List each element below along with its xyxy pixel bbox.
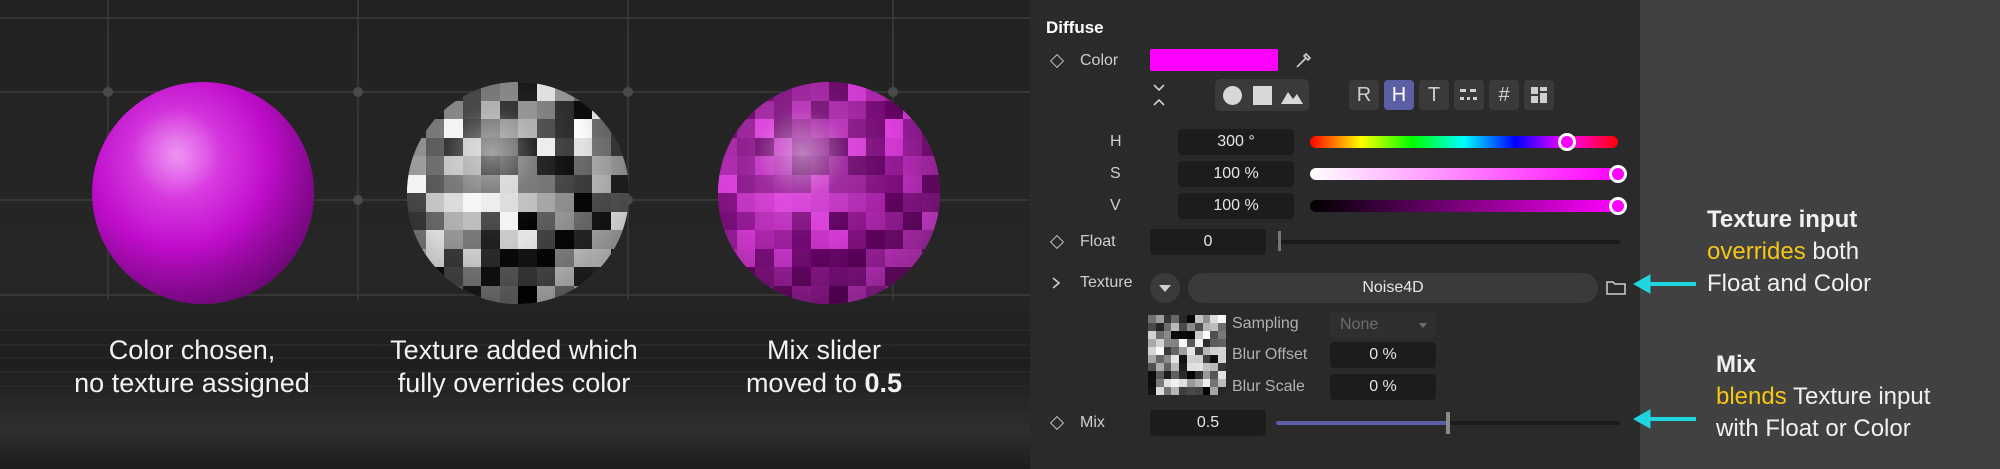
texture-annotation: Texture input overrides both Float and C… (1707, 206, 1872, 297)
color-swatch[interactable] (1150, 49, 1278, 71)
saturation-label: S (1110, 165, 1121, 182)
mix-slider-handle[interactable] (1446, 412, 1450, 434)
blur-offset-label: Blur Offset (1232, 346, 1308, 363)
folder-icon[interactable] (1606, 279, 1626, 295)
caption-texture-added: Texture added which fully overrides colo… (390, 335, 638, 398)
collapse-chevrons-icon[interactable] (1152, 82, 1166, 108)
float-field[interactable]: 0 (1150, 229, 1266, 255)
section-title: Diffuse (1046, 18, 1104, 37)
saturation-field[interactable]: 100 % (1178, 161, 1294, 187)
saturation-slider-knob[interactable] (1609, 165, 1627, 183)
hue-label: H (1110, 133, 1122, 150)
hue-slider-knob[interactable] (1557, 133, 1576, 151)
texture-label: Texture (1080, 274, 1133, 291)
palette-grid-icon (1531, 87, 1547, 103)
circle-shape-icon[interactable] (1223, 86, 1242, 105)
blur-scale-field[interactable]: 0 % (1330, 374, 1436, 400)
keyframe-diamond-icon[interactable] (1049, 415, 1065, 431)
sphere-color-only (92, 82, 314, 304)
mix-field[interactable]: 0.5 (1150, 410, 1266, 436)
sphere-mix-blend (718, 82, 940, 304)
annotation-arrows (1632, 274, 1696, 429)
blur-offset-field[interactable]: 0 % (1330, 342, 1436, 368)
texture-name-field[interactable]: Noise4D (1188, 273, 1598, 303)
value-slider-knob[interactable] (1609, 197, 1627, 215)
mode-palette-button[interactable] (1524, 80, 1554, 110)
float-slider-handle[interactable] (1278, 231, 1281, 251)
mode-temperature-button[interactable]: T (1419, 80, 1449, 110)
sphere-texture-override (407, 82, 629, 304)
color-label: Color (1080, 52, 1119, 69)
caption-mix-slider: Mix slider moved to 0.5 (745, 335, 903, 398)
float-label: Float (1080, 233, 1116, 250)
mode-mixer-button[interactable] (1454, 80, 1484, 110)
saturation-slider[interactable] (1310, 168, 1618, 180)
mix-slider-fill (1276, 421, 1448, 425)
hue-field[interactable]: 300 ° (1178, 129, 1294, 155)
mix-label: Mix (1080, 414, 1105, 431)
mode-rgb-button[interactable]: R (1349, 80, 1379, 110)
swatch-shape-group (1215, 79, 1309, 111)
expand-chevron-icon[interactable] (1050, 276, 1062, 290)
sampling-select[interactable]: None (1330, 312, 1436, 338)
texture-preview-thumbnail (1148, 315, 1226, 395)
keyframe-diamond-icon[interactable] (1049, 53, 1065, 69)
square-shape-icon[interactable] (1253, 86, 1272, 105)
dropdown-arrow-icon (1159, 285, 1171, 292)
dropdown-arrow-icon (1419, 323, 1427, 328)
properties-panel: Diffuse Color R H T # H 300 ° S 100 % V … (1030, 0, 1640, 469)
eyedropper-icon[interactable] (1294, 50, 1314, 70)
sampling-label: Sampling (1232, 315, 1299, 332)
value-field[interactable]: 100 % (1178, 193, 1294, 219)
caption-color-only: Color chosen, no texture assigned (74, 335, 310, 398)
arrow-to-mix-icon (1632, 409, 1696, 429)
render-viewport: Color chosen, no texture assigned Textur… (0, 0, 1030, 469)
mode-hex-button[interactable]: # (1489, 80, 1519, 110)
mixer-icon (1460, 89, 1477, 100)
mode-hsv-button[interactable]: H (1384, 80, 1414, 110)
blur-scale-label: Blur Scale (1232, 378, 1305, 395)
mountain-shape-icon[interactable] (1281, 87, 1303, 104)
keyframe-diamond-icon[interactable] (1049, 234, 1065, 250)
value-slider[interactable] (1310, 200, 1618, 212)
float-slider[interactable] (1276, 240, 1620, 244)
value-label: V (1110, 197, 1121, 214)
mix-annotation: Mix blends Texture input with Float or C… (1716, 351, 1931, 442)
texture-dropdown-button[interactable] (1150, 273, 1180, 303)
arrow-to-texture-icon (1632, 274, 1696, 294)
